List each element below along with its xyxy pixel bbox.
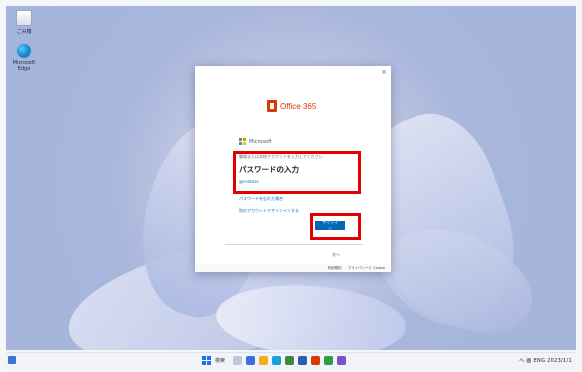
office-logo-icon — [267, 100, 277, 112]
onenote-taskbar-icon[interactable] — [337, 356, 346, 365]
dialog-footer-bar: 利用規約 プライバシーと Cookie — [195, 264, 391, 272]
taskbar: 検索 へ 画 ENG 2023/1/1 — [6, 352, 576, 369]
recycle-bin-icon — [16, 10, 32, 26]
desktop-icon-edge[interactable]: Microsoft Edge — [11, 44, 37, 72]
highlight-password-area — [233, 151, 361, 194]
desktop-icon-label: ごみ箱 — [16, 29, 32, 35]
edge-taskbar-icon[interactable] — [272, 356, 281, 365]
start-icon[interactable] — [202, 356, 211, 365]
close-icon[interactable]: × — [381, 68, 387, 76]
system-tray[interactable]: へ 画 ENG 2023/1/1 — [519, 357, 572, 364]
task-view-icon[interactable] — [233, 356, 242, 365]
office-taskbar-icon[interactable] — [311, 356, 320, 365]
microsoft-text: Microsoft — [249, 138, 272, 145]
chat-icon[interactable] — [246, 356, 255, 365]
office-brand-text: Office 365 — [280, 101, 317, 111]
mail-icon[interactable] — [298, 356, 307, 365]
file-explorer-icon[interactable] — [259, 356, 268, 365]
microsoft-brand: Microsoft — [239, 138, 272, 145]
edge-icon — [17, 44, 31, 58]
divider — [225, 244, 363, 245]
taskbar-search[interactable]: 検索 — [215, 357, 229, 364]
forgot-password-link[interactable]: パスワードを忘れた場合 — [239, 196, 283, 202]
other-account-link[interactable]: 別のアカウントでサインインする — [239, 208, 299, 214]
taskbar-center: 検索 — [202, 356, 346, 365]
desktop-icon-label: Microsoft Edge — [12, 60, 36, 72]
footer-text[interactable]: 次へ — [332, 252, 340, 258]
excel-taskbar-icon[interactable] — [324, 356, 333, 365]
desktop-icon-recycle-bin[interactable]: ごみ箱 — [11, 10, 37, 35]
office-brand: Office 365 — [267, 100, 316, 112]
store-icon[interactable] — [285, 356, 294, 365]
microsoft-logo-icon — [239, 138, 246, 145]
privacy-link[interactable]: プライバシーと Cookie — [348, 266, 385, 271]
terms-link[interactable]: 利用規約 — [328, 266, 342, 271]
highlight-signin-button — [310, 213, 361, 240]
widgets-icon[interactable] — [8, 356, 16, 364]
